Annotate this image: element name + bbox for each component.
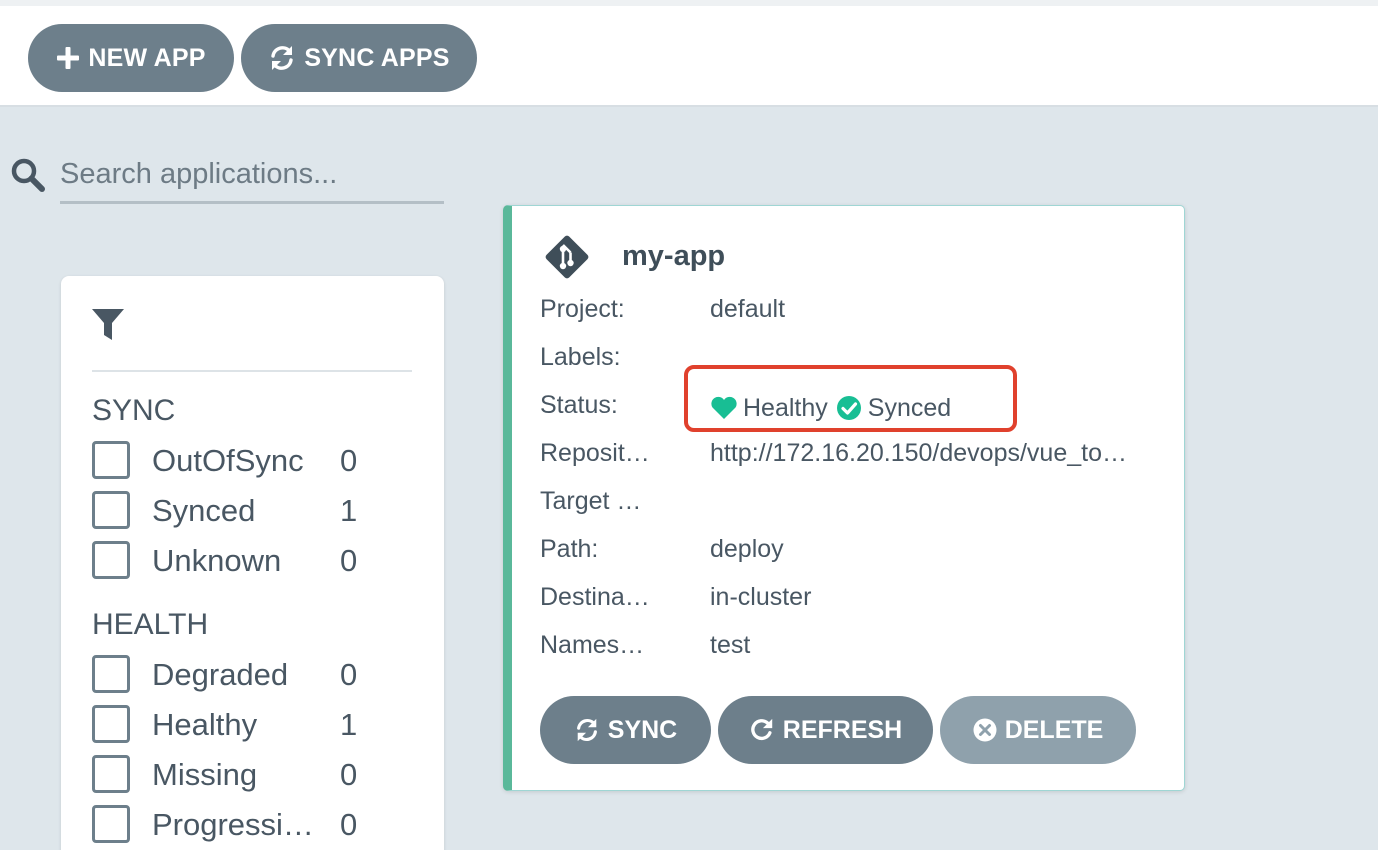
application-card[interactable]: my-app Project: default Labels: Status: …	[503, 205, 1185, 791]
git-icon	[545, 235, 589, 279]
filter-count: 0	[340, 657, 358, 692]
checkbox[interactable]	[92, 441, 130, 479]
filter-label: Synced	[152, 493, 256, 528]
times-circle-icon	[973, 718, 997, 742]
checkbox[interactable]	[92, 655, 130, 693]
checkbox[interactable]	[92, 805, 130, 843]
filter-label: Healthy	[152, 707, 258, 742]
row-label: Status:	[540, 391, 618, 419]
filter-item-missing[interactable]: Missing 0	[92, 754, 412, 794]
filter-item-healthy[interactable]: Healthy 1	[92, 704, 412, 744]
filter-count: 0	[340, 807, 358, 842]
row-label: Target …	[540, 487, 642, 515]
filter-item-unknown[interactable]: Unknown 0	[92, 540, 412, 580]
row-value: default	[710, 295, 786, 323]
filter-icon	[92, 309, 124, 340]
filter-count: 0	[340, 543, 358, 578]
filter-item-degraded[interactable]: Degraded 0	[92, 654, 412, 694]
sync-status: Synced	[836, 394, 951, 423]
row-label: Destina…	[540, 583, 650, 611]
filter-label: Unknown	[152, 543, 282, 578]
checkbox[interactable]	[92, 705, 130, 743]
filter-count: 0	[340, 443, 358, 478]
refresh-icon	[750, 718, 772, 741]
filter-label: Missing	[152, 757, 258, 792]
search-input[interactable]	[60, 148, 444, 204]
filter-count: 0	[340, 757, 358, 792]
health-status: Healthy	[710, 394, 828, 423]
filter-label: Degraded	[152, 657, 289, 692]
status-value: Healthy Synced	[710, 392, 951, 424]
app-name[interactable]: my-app	[622, 240, 725, 273]
filter-label: OutOfSync	[152, 443, 304, 478]
row-label: Reposit…	[540, 439, 650, 467]
health-filter-title: HEALTH	[92, 608, 209, 641]
row-label: Labels:	[540, 343, 621, 371]
refresh-button-label: REFRESH	[782, 715, 903, 744]
row-label: Names…	[540, 631, 645, 659]
sync-filter-title: SYNC	[92, 394, 176, 427]
row-value: in-cluster	[710, 583, 812, 611]
new-app-button[interactable]: NEW APP	[28, 24, 234, 92]
checkbox[interactable]	[92, 491, 130, 529]
filter-item-progressing[interactable]: Progressi… 0	[92, 804, 412, 844]
delete-button-label: DELETE	[1004, 715, 1104, 744]
row-value: http://172.16.20.150/devops/vue_to…	[710, 439, 1127, 467]
filter-count: 1	[340, 493, 358, 528]
sync-icon	[576, 718, 597, 742]
checkbox[interactable]	[92, 755, 130, 793]
row-label: Project:	[540, 295, 625, 323]
checkbox[interactable]	[92, 541, 130, 579]
plus-icon	[57, 47, 80, 69]
filter-panel: SYNC OutOfSync 0 Synced 1 Unknown 0 HEAL…	[61, 276, 444, 850]
filter-label: Progressi…	[152, 807, 314, 842]
sync-button[interactable]: SYNC	[540, 696, 711, 764]
new-app-label: NEW APP	[88, 43, 206, 72]
heart-icon	[711, 396, 737, 419]
search-icon	[11, 158, 45, 192]
sync-status-label: Synced	[867, 393, 952, 422]
filter-divider	[92, 370, 412, 372]
filter-item-outofsync[interactable]: OutOfSync 0	[92, 440, 412, 480]
sync-apps-button[interactable]: SYNC APPS	[241, 24, 477, 92]
filter-count: 1	[340, 707, 358, 742]
refresh-button[interactable]: REFRESH	[718, 696, 933, 764]
search-bar	[0, 140, 450, 212]
sync-icon	[271, 46, 294, 70]
filter-item-synced[interactable]: Synced 1	[92, 490, 412, 530]
row-label: Path:	[540, 535, 599, 563]
row-value: deploy	[710, 535, 784, 563]
delete-button[interactable]: DELETE	[940, 696, 1136, 764]
sync-button-label: SYNC	[607, 715, 678, 744]
health-status-label: Healthy	[743, 393, 828, 422]
check-circle-icon	[836, 396, 861, 420]
row-value: test	[710, 631, 751, 659]
sync-apps-label: SYNC APPS	[304, 43, 450, 72]
top-toolbar: NEW APP SYNC APPS	[0, 0, 1378, 107]
